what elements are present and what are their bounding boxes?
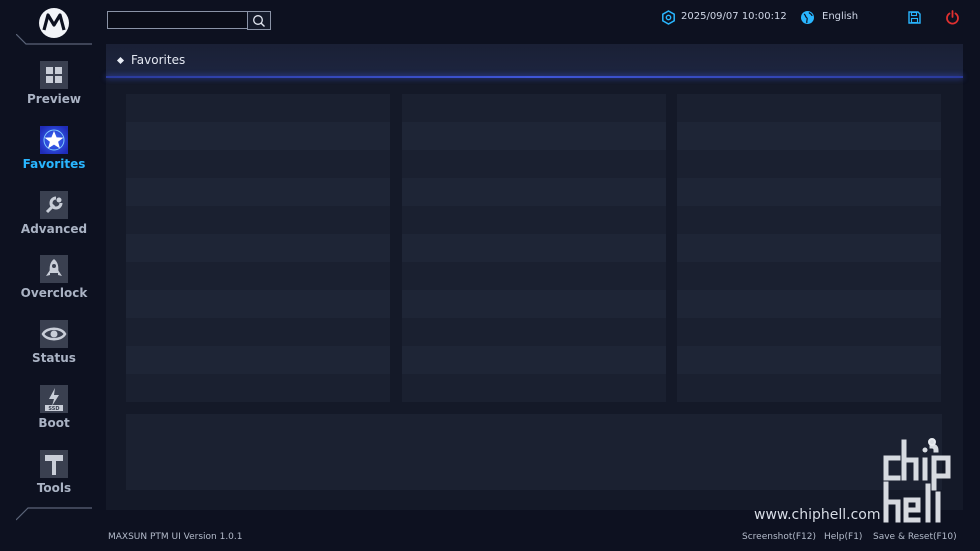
favorite-row[interactable] bbox=[126, 262, 390, 290]
favorite-row[interactable] bbox=[126, 150, 390, 178]
page-title: Favorites bbox=[131, 53, 186, 67]
favorite-row[interactable] bbox=[402, 262, 666, 290]
datetime-display: 2025/09/07 10:00:12 bbox=[681, 11, 787, 22]
version-text: MAXSUN PTM UI Version 1.0.1 bbox=[108, 532, 243, 542]
favorites-column-3 bbox=[677, 94, 941, 402]
svg-text:SSD: SSD bbox=[48, 406, 59, 412]
save-reset-hotkey[interactable]: Save & Reset(F10) bbox=[873, 532, 957, 542]
favorite-row[interactable] bbox=[402, 346, 666, 374]
favorites-column-2 bbox=[402, 94, 666, 402]
favorite-row[interactable] bbox=[402, 122, 666, 150]
diamond-bullet-icon bbox=[116, 56, 125, 65]
favorite-row[interactable] bbox=[402, 150, 666, 178]
favorite-row[interactable] bbox=[126, 318, 390, 346]
sidebar-item-preview[interactable]: Preview bbox=[0, 56, 108, 121]
preview-icon bbox=[40, 61, 68, 89]
favorite-row[interactable] bbox=[677, 94, 941, 122]
favorite-row[interactable] bbox=[677, 346, 941, 374]
search-button[interactable] bbox=[247, 11, 271, 30]
rocket-icon bbox=[40, 255, 68, 284]
favorite-row[interactable] bbox=[126, 374, 390, 402]
sidebar-nav: Preview Favorites Advanced Overclock Sta… bbox=[0, 56, 108, 510]
sidebar: Preview Favorites Advanced Overclock Sta… bbox=[0, 0, 100, 551]
sidebar-item-label: Boot bbox=[38, 415, 70, 430]
save-icon[interactable] bbox=[907, 10, 922, 25]
favorite-row[interactable] bbox=[402, 374, 666, 402]
favorite-row[interactable] bbox=[677, 290, 941, 318]
favorite-row[interactable] bbox=[677, 234, 941, 262]
sidebar-item-status[interactable]: Status bbox=[0, 315, 108, 380]
favorite-row[interactable] bbox=[402, 178, 666, 206]
favorite-row[interactable] bbox=[677, 262, 941, 290]
favorite-row[interactable] bbox=[402, 318, 666, 346]
sidebar-item-label: Status bbox=[32, 351, 76, 366]
favorite-row[interactable] bbox=[402, 290, 666, 318]
watermark-url: www.chiphell.com bbox=[754, 507, 881, 523]
panel-header: Favorites bbox=[106, 44, 963, 77]
power-icon[interactable] bbox=[945, 10, 960, 25]
sidebar-item-label: Preview bbox=[26, 92, 81, 106]
favorites-column-1 bbox=[126, 94, 390, 402]
ssd-icon: SSD bbox=[40, 384, 68, 413]
sidebar-item-label: Favorites bbox=[22, 156, 86, 171]
favorite-row[interactable] bbox=[677, 150, 941, 178]
panel-header-divider bbox=[106, 76, 963, 78]
sidebar-item-label: Tools bbox=[36, 480, 72, 495]
favorite-row[interactable] bbox=[677, 122, 941, 150]
sidebar-item-overclock[interactable]: Overclock bbox=[0, 250, 108, 315]
search-icon bbox=[253, 15, 265, 27]
sidebar-top-divider bbox=[16, 34, 92, 45]
favorite-row[interactable] bbox=[126, 178, 390, 206]
clock-settings-icon bbox=[662, 10, 675, 25]
favorites-detail-area bbox=[126, 414, 942, 490]
favorite-row[interactable] bbox=[126, 206, 390, 234]
sidebar-item-boot[interactable]: SSD Boot bbox=[0, 380, 108, 445]
sidebar-item-favorites[interactable]: Favorites bbox=[0, 121, 108, 186]
sidebar-item-label: Advanced bbox=[20, 221, 88, 236]
globe-icon[interactable] bbox=[800, 10, 815, 25]
sidebar-item-label: Overclock bbox=[20, 286, 88, 301]
hammer-icon bbox=[40, 449, 68, 478]
favorite-row[interactable] bbox=[677, 374, 941, 402]
favorite-row[interactable] bbox=[677, 318, 941, 346]
language-selector[interactable]: English bbox=[822, 11, 858, 22]
favorite-row[interactable] bbox=[677, 206, 941, 234]
favorite-row[interactable] bbox=[126, 346, 390, 374]
favorite-row[interactable] bbox=[402, 94, 666, 122]
sidebar-item-tools[interactable]: Tools bbox=[0, 445, 108, 510]
screenshot-hotkey[interactable]: Screenshot(F12) bbox=[742, 532, 816, 542]
favorite-row[interactable] bbox=[126, 122, 390, 150]
favorite-row[interactable] bbox=[402, 234, 666, 262]
favorite-row[interactable] bbox=[126, 234, 390, 262]
favorite-row[interactable] bbox=[402, 206, 666, 234]
favorite-row[interactable] bbox=[677, 178, 941, 206]
chiphell-watermark-logo bbox=[883, 438, 951, 523]
star-icon bbox=[40, 125, 68, 154]
favorites-panel: Favorites bbox=[106, 44, 963, 510]
favorite-row[interactable] bbox=[126, 290, 390, 318]
search-input[interactable] bbox=[107, 11, 247, 29]
eye-icon bbox=[40, 320, 68, 349]
wrench-icon bbox=[40, 190, 68, 219]
sidebar-item-advanced[interactable]: Advanced bbox=[0, 186, 108, 251]
favorite-row[interactable] bbox=[126, 94, 390, 122]
help-hotkey[interactable]: Help(F1) bbox=[824, 532, 862, 542]
sidebar-bottom-divider bbox=[16, 507, 92, 521]
